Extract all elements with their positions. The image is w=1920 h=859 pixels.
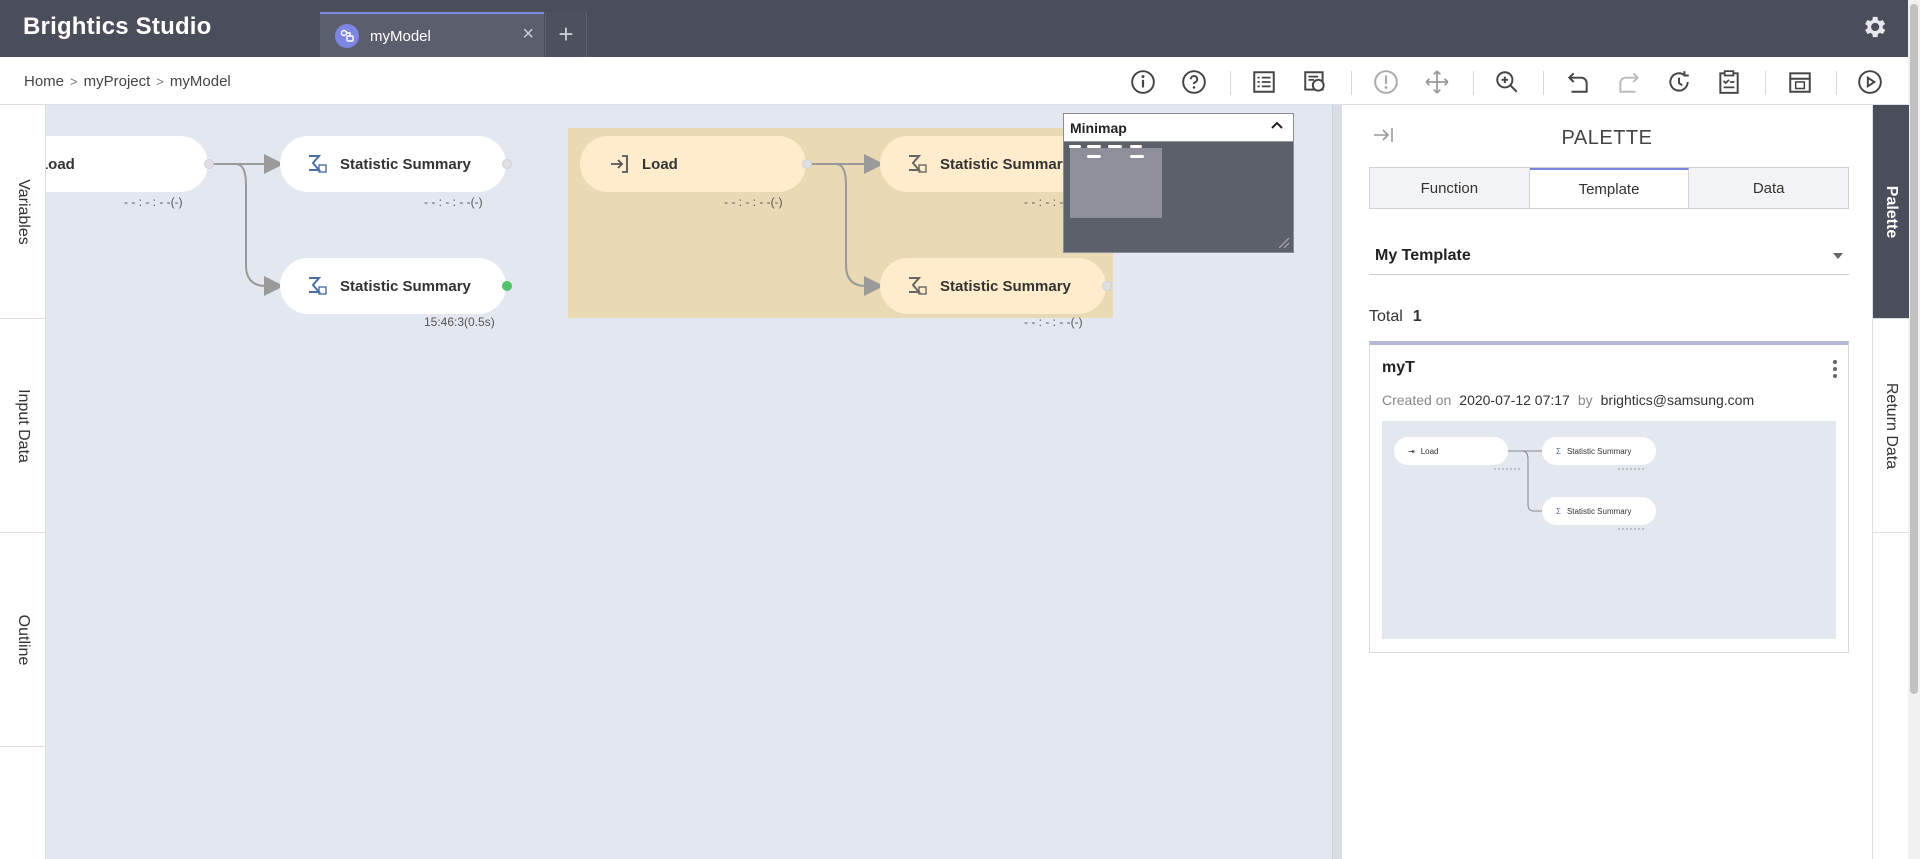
run-icon[interactable] <box>1855 67 1885 97</box>
sigma-icon <box>309 155 327 173</box>
rail-label: Outline <box>15 614 32 665</box>
total-count: Total 1 <box>1369 308 1422 326</box>
rail-tab-return-data[interactable]: Return Data <box>1873 319 1909 533</box>
resize-handle-icon[interactable] <box>1279 238 1289 248</box>
node-label: Load <box>642 155 678 173</box>
node-label: Statistic Summary <box>340 155 471 173</box>
redo-icon[interactable] <box>1614 67 1644 97</box>
breadcrumb-bar: Home > myProject > myModel <box>0 57 1908 105</box>
palette-panel: PALETTE Function Template Data My Templa… <box>1342 105 1872 859</box>
tab-function[interactable]: Function <box>1370 168 1530 208</box>
node-status: - - : - : - <box>1024 195 1064 209</box>
tab-template[interactable]: Template <box>1529 168 1690 208</box>
rail-tab-variables[interactable]: Variables <box>0 105 46 319</box>
help-icon[interactable] <box>1179 67 1209 97</box>
chevron-down-icon <box>1833 253 1843 259</box>
output-port[interactable] <box>1102 281 1112 291</box>
load-icon <box>611 155 628 173</box>
node-statistic-summary[interactable]: Statistic Summary <box>280 136 506 192</box>
node-label: Statistic Summary <box>340 277 471 295</box>
breadcrumb-model[interactable]: myModel <box>170 73 231 90</box>
rail-label: Variables <box>15 178 32 245</box>
node-label: Statistic Summary <box>940 155 1071 173</box>
author: brightics@samsung.com <box>1600 392 1755 408</box>
app-title: Brightics Studio <box>23 13 212 40</box>
minimap[interactable]: Minimap <box>1063 113 1294 253</box>
right-rail: Palette Return Data <box>1872 105 1909 859</box>
sigma-icon <box>309 277 327 295</box>
template-card[interactable]: myT Created on 2020-07-12 07:17 by brightic… <box>1369 341 1849 653</box>
node-status: - - : - : - -(-) <box>1024 315 1083 329</box>
node-status: - - : - : - -(-) <box>724 195 783 209</box>
rail-tab-input-data[interactable]: Input Data <box>0 319 46 533</box>
node-status: 15:46:3(0.5s) <box>424 315 495 329</box>
total-value: 1 <box>1412 308 1422 325</box>
app-header: Brightics Studio myModel × + <box>0 0 1920 57</box>
chevron-right-icon: > <box>70 74 78 89</box>
node-statistic-summary[interactable]: Statistic Summary <box>880 258 1106 314</box>
sigma-icon <box>909 155 927 173</box>
tab-data[interactable]: Data <box>1689 168 1849 208</box>
minimap-title: Minimap <box>1070 120 1127 136</box>
palette-tabs: Function Template Data <box>1369 167 1849 209</box>
template-dropdown[interactable]: My Template <box>1369 235 1849 275</box>
tab-label: myModel <box>370 28 431 45</box>
total-label: Total <box>1369 308 1403 325</box>
model-icon <box>335 24 359 48</box>
rail-label: Input Data <box>15 388 32 463</box>
by-label: by <box>1577 392 1593 408</box>
node-label: Statistic Summary <box>940 277 1071 295</box>
output-port-success[interactable] <box>502 281 512 291</box>
breadcrumb-home[interactable]: Home <box>24 73 64 90</box>
page-scrollbar[interactable] <box>1908 0 1920 859</box>
panel-title: PALETTE <box>1561 127 1653 149</box>
chevron-right-icon: > <box>156 74 164 89</box>
template-title: myT <box>1382 359 1415 376</box>
node-load[interactable]: Load <box>46 136 208 192</box>
breadcrumb-project[interactable]: myProject <box>84 73 151 90</box>
template-preview: ⇥ Load Σ Statistic Summary Σ Statistic Summ… <box>1382 421 1836 639</box>
undo-icon[interactable] <box>1563 67 1593 97</box>
chevron-up-icon[interactable] <box>1269 118 1285 134</box>
panel-splitter[interactable] <box>1332 105 1342 859</box>
info-icon[interactable] <box>1128 67 1158 97</box>
checklist-icon[interactable] <box>1249 67 1279 97</box>
template-meta: Created on 2020-07-12 07:17 by brightics@sa… <box>1382 392 1762 408</box>
created-label: Created on <box>1382 392 1452 408</box>
minimap-header: Minimap <box>1064 114 1293 142</box>
node-status: - - : - : - -(-) <box>124 195 183 209</box>
rail-tab-outline[interactable]: Outline <box>0 533 46 747</box>
dropdown-value: My Template <box>1375 247 1471 264</box>
move-icon[interactable] <box>1422 67 1452 97</box>
preview-node-statistic-summary: Σ Statistic Summary <box>1542 437 1656 465</box>
output-port[interactable] <box>802 159 812 169</box>
breadcrumb: Home > myProject > myModel <box>24 73 231 90</box>
output-port[interactable] <box>204 159 214 169</box>
output-port[interactable] <box>502 159 512 169</box>
node-load[interactable]: Load <box>580 136 806 192</box>
tab-mymodel[interactable]: myModel × <box>320 12 544 57</box>
add-tab-button[interactable]: + <box>545 12 587 57</box>
preview-node-load: ⇥ Load <box>1394 437 1508 465</box>
warning-icon[interactable] <box>1371 67 1401 97</box>
report-icon[interactable] <box>1300 67 1330 97</box>
refresh-icon[interactable] <box>1664 67 1694 97</box>
close-icon[interactable]: × <box>522 24 534 44</box>
zoom-icon[interactable] <box>1492 67 1522 97</box>
preview-node-statistic-summary: Σ Statistic Summary <box>1542 497 1656 525</box>
created-value: 2020-07-12 07:17 <box>1459 392 1570 408</box>
rail-label: Palette <box>1883 185 1900 238</box>
gear-icon[interactable] <box>1860 13 1888 41</box>
rail-tab-palette[interactable]: Palette <box>1873 105 1909 319</box>
sigma-icon <box>909 277 927 295</box>
rail-label: Return Data <box>1883 382 1900 469</box>
node-label: Load <box>46 155 75 173</box>
more-vertical-icon[interactable] <box>1832 359 1838 379</box>
left-rail: Variables Input Data Outline <box>0 105 46 859</box>
node-status: - - : - : - -(-) <box>424 195 483 209</box>
minimap-viewport[interactable] <box>1070 148 1162 218</box>
calendar-icon[interactable] <box>1785 67 1815 97</box>
clipboard-icon[interactable] <box>1714 67 1744 97</box>
node-statistic-summary[interactable]: Statistic Summary <box>280 258 506 314</box>
